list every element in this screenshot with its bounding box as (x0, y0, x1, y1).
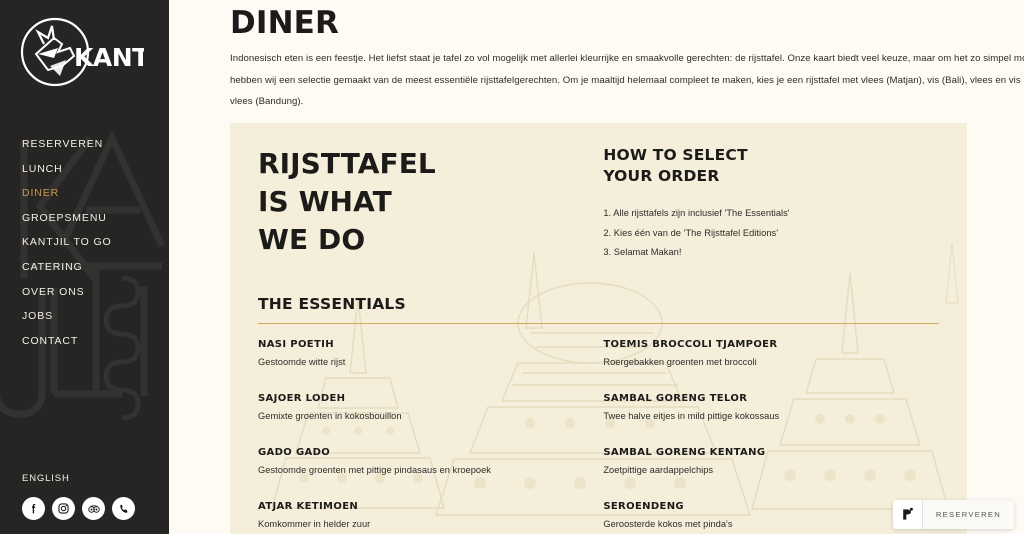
resengo-r-icon (892, 500, 922, 529)
dish-item: GADO GADO Gestoomde groenten met pittige… (258, 446, 603, 478)
reserve-label: RESERVEREN (922, 500, 1014, 529)
dish-name: SEROENDENG (603, 500, 684, 512)
menu-panel: RIJSTTAFEL IS WHAT WE DO HOW TO SELECT Y… (230, 123, 967, 534)
dish-description: Geroosterde kokos met pinda's (603, 518, 733, 529)
phone-icon (119, 504, 127, 513)
dish-column-right: TOEMIS BROCCOLI TJAMPOER Roergebakken gr… (603, 338, 939, 534)
tripadvisor-link[interactable] (82, 497, 105, 520)
how-to-select-block: HOW TO SELECT YOUR ORDER 1. Alle rijstta… (603, 145, 939, 263)
facebook-link[interactable] (22, 497, 45, 520)
svg-text:KANTJIL: KANTJIL (74, 43, 144, 72)
dish-item: TOEMIS BROCCOLI TJAMPOER Roergebakken gr… (603, 338, 939, 370)
dish-item: SAJOER LODEH Gemixte groenten in kokosbo… (258, 392, 603, 424)
main-content: DINER Indonesisch eten is een feestje. H… (169, 0, 1024, 534)
phone-link[interactable] (112, 497, 135, 520)
sidebar-inner: KANTJIL RESERVEREN LUNCH DINER GROEPSMEN… (0, 0, 169, 534)
dish-columns: NASI POETIH Gestoomde witte rijst SAJOER… (258, 338, 939, 534)
how-to-line-2: YOUR ORDER (603, 167, 720, 185)
hero-line-1: RIJSTTAFEL (258, 147, 436, 180)
dish-name: NASI POETIH (258, 338, 334, 350)
panel-top-row: RIJSTTAFEL IS WHAT WE DO HOW TO SELECT Y… (258, 145, 939, 263)
order-step: 1. Alle rijsttafels zijn inclusief 'The … (603, 208, 790, 218)
dish-name: SAJOER LODEH (258, 392, 346, 404)
resengo-r-glyph (903, 507, 913, 520)
dish-name: GADO GADO (258, 446, 331, 458)
social-links (22, 497, 169, 520)
sidebar-item-over-ons[interactable]: OVER ONS (0, 280, 169, 305)
essentials-divider (258, 322, 939, 324)
sidebar-item-lunch[interactable]: LUNCH (0, 157, 169, 182)
sidebar-item-catering[interactable]: CATERING (0, 255, 169, 280)
dish-description: Gestoomde witte rijst (258, 356, 346, 367)
page-title: DINER (230, 5, 340, 41)
dish-description: Zoetpittige aardappelchips (603, 464, 714, 475)
order-steps: 1. Alle rijsttafels zijn inclusief 'The … (603, 204, 939, 263)
sidebar-item-groepsmenu[interactable]: GROEPSMENU (0, 206, 169, 231)
dish-name: ATJAR KETIMOEN (258, 500, 359, 512)
sidebar-footer: ENGLISH (0, 468, 169, 534)
sidebar-item-jobs[interactable]: JOBS (0, 304, 169, 329)
facebook-icon (31, 503, 36, 514)
reserve-widget-button[interactable]: RESERVEREN (892, 500, 1014, 529)
dish-item: NASI POETIH Gestoomde witte rijst (258, 338, 603, 370)
dish-column-left: NASI POETIH Gestoomde witte rijst SAJOER… (258, 338, 603, 534)
dish-description: Komkommer in helder zuur (258, 518, 371, 529)
intro-paragraph: Indonesisch eten is een feestje. Het lie… (230, 53, 1024, 107)
sidebar-item-diner[interactable]: DINER (0, 181, 169, 206)
dish-item: SEROENDENG Geroosterde kokos met pinda's (603, 500, 939, 532)
order-step: 2. Kies één van de 'The Rijsttafel Editi… (603, 227, 779, 238)
hero-block: RIJSTTAFEL IS WHAT WE DO (258, 145, 603, 263)
kantjil-deer-logo: KANTJIL (20, 17, 144, 87)
dish-description: Gestoomde groenten met pittige pindasaus… (258, 464, 491, 475)
language-switcher[interactable]: ENGLISH (22, 473, 70, 484)
brand-logo[interactable]: KANTJIL (0, 0, 169, 108)
hero-line-3: WE DO (258, 223, 366, 256)
page-root: KANTJIL RESERVEREN LUNCH DINER GROEPSMEN… (0, 0, 1024, 534)
dish-name: SAMBAL GORENG TELOR (603, 392, 748, 404)
dish-item: SAMBAL GORENG KENTANG Zoetpittige aardap… (603, 446, 939, 478)
sidebar: KANTJIL RESERVEREN LUNCH DINER GROEPSMEN… (0, 0, 169, 534)
panel-inner: RIJSTTAFEL IS WHAT WE DO HOW TO SELECT Y… (230, 123, 967, 534)
dish-name: SAMBAL GORENG KENTANG (603, 446, 766, 458)
essentials-heading: THE ESSENTIALS (258, 294, 406, 313)
sidebar-item-contact[interactable]: CONTACT (0, 329, 169, 354)
dish-item: ATJAR KETIMOEN Komkommer in helder zuur (258, 500, 603, 532)
dish-description: Roergebakken groenten met broccoli (603, 356, 757, 367)
dish-item: SAMBAL GORENG TELOR Twee halve eitjes in… (603, 392, 939, 424)
dish-description: Twee halve eitjes in mild pittige kokoss… (603, 410, 780, 421)
hero-line-2: IS WHAT (258, 185, 392, 218)
sidebar-item-reserveren[interactable]: RESERVEREN (0, 132, 169, 157)
instagram-icon (58, 503, 69, 514)
sidebar-nav: RESERVEREN LUNCH DINER GROEPSMENU KANTJI… (0, 132, 169, 353)
dish-name: TOEMIS BROCCOLI TJAMPOER (603, 338, 778, 350)
how-to-line-1: HOW TO SELECT (603, 146, 748, 164)
dish-description: Gemixte groenten in kokosbouillon (258, 410, 402, 421)
instagram-link[interactable] (52, 497, 75, 520)
tripadvisor-icon (87, 504, 100, 513)
sidebar-item-kantjil-to-go[interactable]: KANTJIL TO GO (0, 230, 169, 255)
order-step: 3. Selamat Makan! (603, 247, 682, 257)
